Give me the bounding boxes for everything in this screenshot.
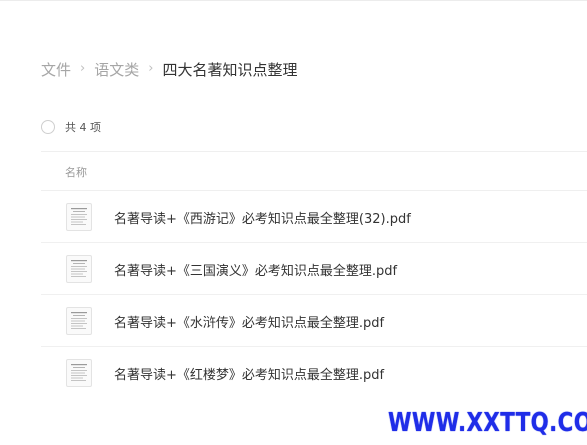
- pdf-thumbnail-icon: [66, 255, 92, 283]
- breadcrumb-separator-icon: ›: [80, 60, 86, 76]
- file-row[interactable]: 名著导读+《红楼梦》必考知识点最全整理.pdf: [41, 347, 587, 399]
- file-name[interactable]: 名著导读+《三国演义》必考知识点最全整理.pdf: [114, 260, 397, 279]
- pdf-thumbnail-icon: [66, 307, 92, 335]
- file-name[interactable]: 名著导读+《西游记》必考知识点最全整理(32).pdf: [114, 208, 411, 227]
- top-divider: [0, 0, 587, 1]
- breadcrumb-item-chinese[interactable]: 语文类: [94, 59, 139, 80]
- file-name[interactable]: 名著导读+《水浒传》必考知识点最全整理.pdf: [114, 312, 384, 331]
- select-all-row: 共 4 项: [41, 118, 101, 136]
- pdf-thumbnail-icon: [66, 203, 92, 231]
- file-row[interactable]: 名著导读+《三国演义》必考知识点最全整理.pdf: [41, 243, 587, 295]
- file-browser-page: 文件 › 语文类 › 四大名著知识点整理 共 4 项 名称 名著导读+《西游记》…: [0, 0, 587, 445]
- pdf-thumbnail-icon: [66, 359, 92, 387]
- breadcrumb-separator-icon: ›: [148, 60, 154, 76]
- breadcrumb: 文件 › 语文类 › 四大名著知识点整理: [41, 58, 297, 80]
- column-header-name[interactable]: 名称: [65, 164, 87, 180]
- breadcrumb-current-folder: 四大名著知识点整理: [162, 60, 298, 79]
- file-row[interactable]: 名著导读+《水浒传》必考知识点最全整理.pdf: [41, 295, 587, 347]
- file-name[interactable]: 名著导读+《红楼梦》必考知识点最全整理.pdf: [114, 364, 384, 383]
- item-count: 共 4 项: [65, 121, 101, 134]
- file-list: 名著导读+《西游记》必考知识点最全整理(32).pdf 名著导读+《三国演义》必…: [41, 191, 587, 399]
- select-all-checkbox[interactable]: [41, 120, 55, 134]
- file-row[interactable]: 名著导读+《西游记》必考知识点最全整理(32).pdf: [41, 191, 587, 243]
- breadcrumb-item-files[interactable]: 文件: [41, 59, 71, 80]
- watermark: WWW.XXTTQ.COM: [388, 408, 587, 438]
- column-header: 名称: [41, 151, 587, 191]
